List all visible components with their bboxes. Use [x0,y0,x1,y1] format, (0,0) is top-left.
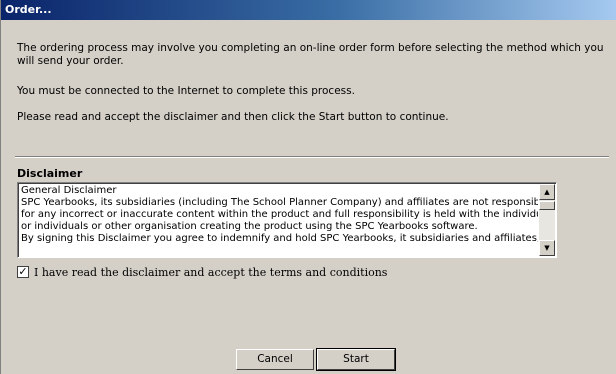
check-icon: ✓ [18,265,28,278]
disclaimer-textarea[interactable]: General Disclaimer SPC Yearbooks, its su… [17,182,557,258]
scroll-down-arrow-icon[interactable]: ▼ [539,240,555,256]
scroll-up-arrow-icon[interactable]: ▲ [539,184,555,200]
disclaimer-line: or individuals or other organisation cre… [21,221,478,232]
start-button[interactable]: Start [316,348,396,371]
disclaimer-text: General Disclaimer SPC Yearbooks, its su… [21,185,538,257]
disclaimer-heading: Disclaimer [17,167,83,180]
disclaimer-line: General Disclaimer [21,185,117,196]
intro-paragraph-internet: You must be connected to the Internet to… [17,85,355,97]
order-dialog: Order... The ordering process may involv… [0,0,616,374]
intro-paragraph-order-form: The ordering process may involve you com… [17,42,604,67]
scrollbar-thumb[interactable] [539,201,555,210]
intro-paragraph-instructions: Please read and accept the disclaimer an… [17,111,449,123]
disclaimer-line: SPC Yearbooks, its subsidiaries (includi… [21,197,538,208]
accept-terms-label[interactable]: I have read the disclaimer and accept th… [34,266,387,279]
disclaimer-line: for any incorrect or inaccurate content … [21,209,538,220]
accept-terms-checkbox[interactable]: ✓ [17,266,29,278]
section-divider [15,156,609,158]
disclaimer-line: By signing this Disclaimer you agree to … [21,233,538,244]
window-title[interactable]: Order... [1,0,616,20]
disclaimer-scrollbar[interactable]: ▲ ▼ [539,184,555,256]
cancel-button[interactable]: Cancel [236,349,314,370]
